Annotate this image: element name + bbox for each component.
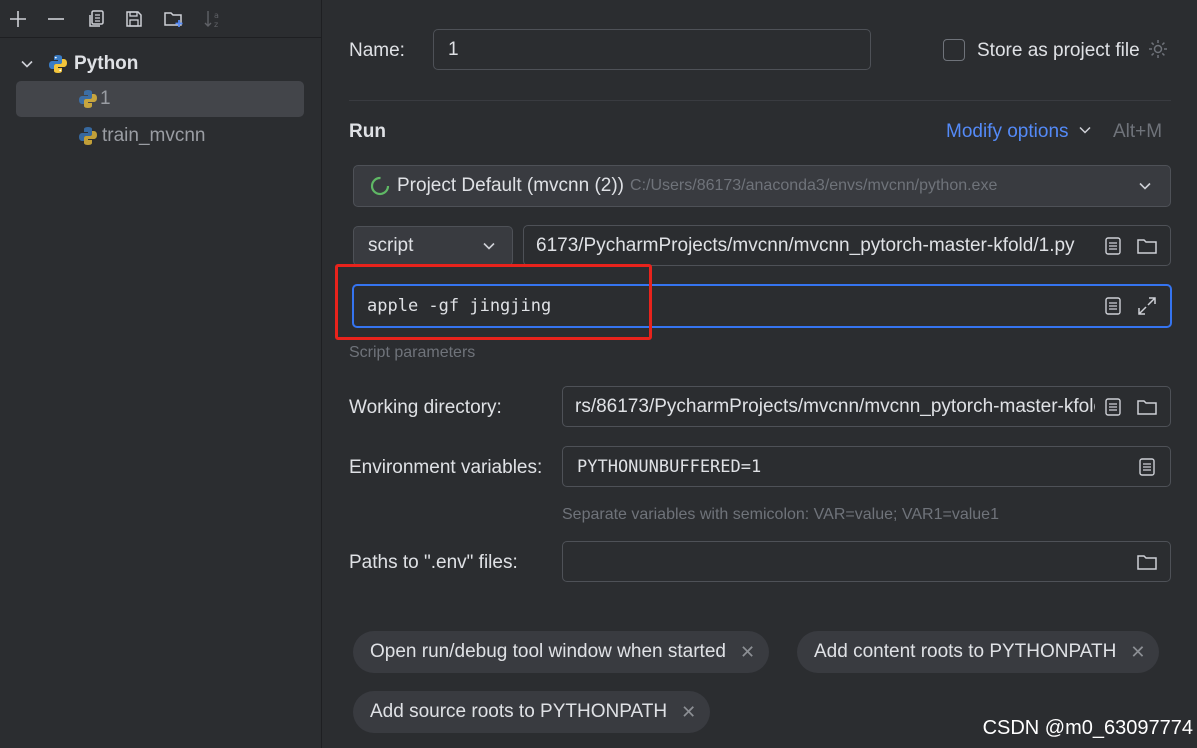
folder-icon[interactable] <box>1136 551 1158 573</box>
interpreter-path: C:/Users/86173/anaconda3/envs/mvcnn/pyth… <box>630 177 998 194</box>
interpreter-name: Project Default (mvcnn (2)) <box>397 175 625 196</box>
tree-item-1[interactable]: 1 <box>16 81 304 117</box>
expand-text-icon[interactable] <box>1136 456 1158 478</box>
script-path-value: 6173/PycharmProjects/mvcnn/mvcnn_pytorch… <box>536 234 1075 256</box>
script-type-value: script <box>368 235 414 256</box>
option-chip-open-tool-window[interactable]: Open run/debug tool window when started … <box>353 631 770 673</box>
modify-options-shortcut: Alt+M <box>1113 121 1163 142</box>
folder-icon[interactable] <box>1136 235 1158 257</box>
expand-text-icon[interactable] <box>1102 295 1124 317</box>
working-directory-input[interactable]: rs/86173/PycharmProjects/mvcnn/mvcnn_pyt… <box>562 386 1171 427</box>
environment-variables-label: Environment variables: <box>349 457 543 478</box>
sort-icon[interactable]: az <box>200 6 226 32</box>
script-type-select[interactable]: script <box>353 226 513 266</box>
python-icon <box>48 54 68 74</box>
script-parameters-value: apple -gf jingjing <box>367 296 552 316</box>
tree-toolbar: az <box>0 0 322 38</box>
close-icon[interactable]: ✕ <box>740 642 755 663</box>
chip-label: Add content roots to PYTHONPATH <box>814 641 1117 662</box>
run-config-tree-panel: az Python 1 train_mvcnn <box>0 0 322 748</box>
gear-icon[interactable] <box>1147 38 1169 66</box>
tree-group-label: Python <box>74 53 139 74</box>
copy-icon[interactable] <box>83 6 109 32</box>
store-as-project-file-label[interactable]: Store as project file <box>977 40 1140 62</box>
expand-text-icon[interactable] <box>1102 235 1124 257</box>
tree-item-label: train_mvcnn <box>102 125 206 146</box>
run-config-form: Name: 1 Store as project file Run Modify… <box>323 0 1197 748</box>
working-directory-label-text: Working directory: <box>349 397 502 418</box>
svg-text:z: z <box>214 20 218 29</box>
new-folder-icon[interactable] <box>161 6 187 32</box>
option-chip-content-roots[interactable]: Add content roots to PYTHONPATH ✕ <box>797 631 1160 673</box>
working-directory-value: rs/86173/PycharmProjects/mvcnn/mvcnn_pyt… <box>575 395 1095 417</box>
interpreter-select[interactable]: Project Default (mvcnn (2)) C:/Users/861… <box>353 165 1171 207</box>
dotenv-paths-label: Paths to ".env" files: <box>349 552 518 573</box>
watermark: CSDN @m0_63097774 <box>982 717 1193 739</box>
option-chip-source-roots[interactable]: Add source roots to PYTHONPATH ✕ <box>353 691 711 733</box>
store-as-project-file-checkbox[interactable] <box>943 39 965 61</box>
expand-text-icon[interactable] <box>1102 396 1124 418</box>
chip-label: Add source roots to PYTHONPATH <box>370 701 668 722</box>
chip-label: Open run/debug tool window when started <box>370 641 726 662</box>
python-config-icon <box>78 126 98 146</box>
tree-group-python[interactable]: Python <box>20 46 138 82</box>
maximize-icon[interactable] <box>1136 295 1158 317</box>
modify-options-label: Modify options <box>946 121 1069 142</box>
script-parameters-input[interactable]: apple -gf jingjing <box>352 284 1172 328</box>
chevron-down-icon <box>1079 126 1091 134</box>
script-path-input[interactable]: 6173/PycharmProjects/mvcnn/mvcnn_pytorch… <box>523 225 1171 266</box>
environment-variables-hint: Separate variables with semicolon: VAR=v… <box>562 506 999 523</box>
working-directory-label: Working directory: <box>349 397 502 419</box>
loading-spinner-icon <box>370 176 390 196</box>
script-parameters-hint: Script parameters <box>349 344 476 361</box>
chevron-down-icon[interactable] <box>1134 175 1156 197</box>
chevron-down-icon <box>478 235 500 257</box>
divider <box>349 100 1171 101</box>
environment-variables-value: PYTHONUNBUFFERED=1 <box>577 456 762 477</box>
save-icon[interactable] <box>121 6 147 32</box>
name-value: 1 <box>448 38 459 60</box>
tree-item-label: 1 <box>100 88 111 109</box>
name-label: Name: <box>349 40 405 61</box>
remove-icon[interactable] <box>43 6 69 32</box>
environment-variables-input[interactable]: PYTHONUNBUFFERED=1 <box>562 446 1171 487</box>
modify-options-link[interactable]: Modify options <box>946 121 1092 143</box>
close-icon[interactable]: ✕ <box>1130 642 1145 663</box>
name-input[interactable]: 1 <box>433 29 871 70</box>
python-config-icon <box>78 89 98 109</box>
chevron-down-icon[interactable] <box>20 57 38 71</box>
svg-text:a: a <box>214 11 219 20</box>
add-icon[interactable] <box>5 6 31 32</box>
close-icon[interactable]: ✕ <box>681 702 696 723</box>
tree-item-train-mvcnn[interactable]: train_mvcnn <box>78 118 206 154</box>
run-section-title: Run <box>349 121 386 142</box>
dotenv-paths-input[interactable] <box>562 541 1171 582</box>
folder-icon[interactable] <box>1136 396 1158 418</box>
